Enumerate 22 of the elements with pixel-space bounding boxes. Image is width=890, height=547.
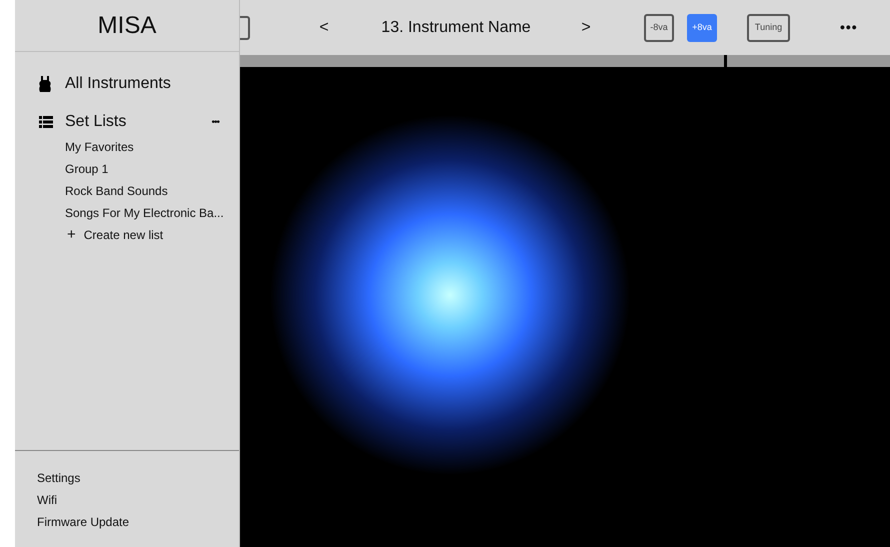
set-list-item[interactable]: Rock Band Sounds <box>65 180 219 202</box>
footer-item[interactable]: Firmware Update <box>37 511 239 533</box>
footer-item[interactable]: Settings <box>37 467 239 489</box>
guitar-icon <box>39 76 51 92</box>
instrument-title: 13. Instrument Name <box>381 18 531 38</box>
create-list-button[interactable]: + Create new list <box>65 224 219 246</box>
next-button[interactable]: > <box>576 16 596 40</box>
nav-item[interactable]: All Instruments <box>65 72 171 96</box>
nav-item[interactable]: Set Lists <box>65 110 126 134</box>
more-button[interactable]: ••• <box>211 114 219 130</box>
list-icon <box>39 116 53 128</box>
position-marker <box>724 55 727 67</box>
previous-button[interactable]: < <box>314 16 334 40</box>
more-button[interactable]: ••• <box>840 17 858 38</box>
footer-item[interactable]: Wifi <box>37 489 239 511</box>
set-list-item[interactable]: My Favorites <box>65 136 219 158</box>
octave-button[interactable]: -8va <box>644 14 674 42</box>
tuning-button[interactable]: Tuning <box>747 14 790 42</box>
octave-button[interactable]: +8va <box>687 14 717 42</box>
piano-button[interactable] <box>240 16 250 40</box>
app-title: MISA <box>98 10 156 40</box>
set-list-item[interactable]: Group 1 <box>65 158 219 180</box>
